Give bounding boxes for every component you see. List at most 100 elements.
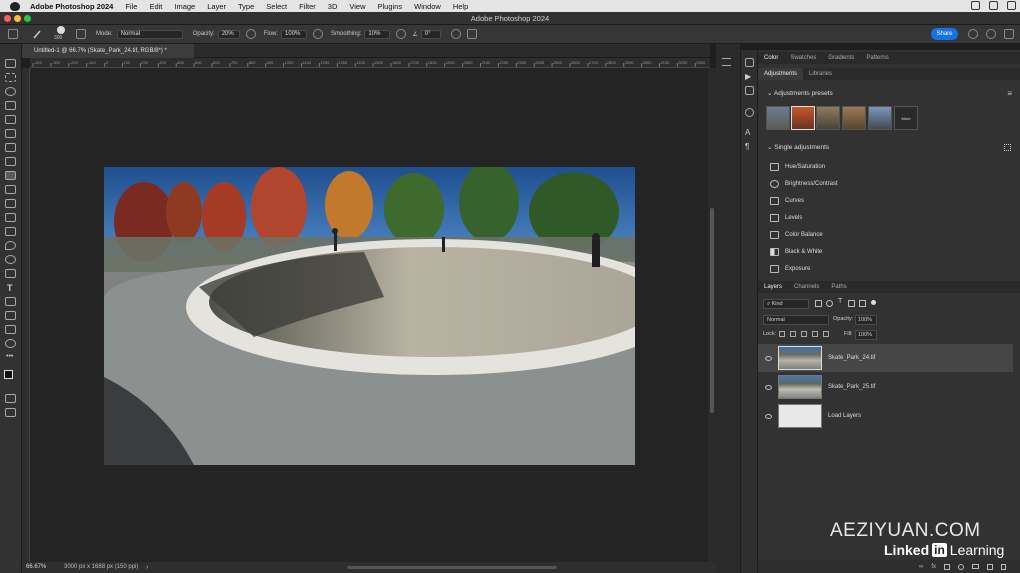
symmetry-icon[interactable] xyxy=(466,29,477,39)
screen-mode-icon[interactable] xyxy=(5,408,16,417)
lasso-tool-icon[interactable] xyxy=(5,87,16,96)
layer-row[interactable]: Skate_Park_25.tif xyxy=(758,373,1013,401)
brush-settings-icon[interactable] xyxy=(76,29,86,39)
rectangle-tool-icon[interactable] xyxy=(5,311,16,320)
lock-all-icon[interactable] xyxy=(823,331,829,337)
horizontal-ruler[interactable]: -400 -300 -200 -100 0 100 200 300 400 500 600 700 80… xyxy=(30,58,710,68)
wifi-icon[interactable] xyxy=(989,1,998,10)
tab-layers[interactable]: Layers xyxy=(758,284,788,290)
menu-window[interactable]: Window xyxy=(414,2,441,11)
preset-thumbnail[interactable] xyxy=(868,106,892,130)
comments-panel-icon[interactable] xyxy=(745,86,754,95)
tab-paths[interactable]: Paths xyxy=(825,284,852,290)
layer-style-icon[interactable]: fx xyxy=(931,564,936,570)
menu-app-name[interactable]: Adobe Photoshop 2024 xyxy=(30,2,113,11)
properties-toggle-icon[interactable] xyxy=(722,58,731,66)
menu-type[interactable]: Type xyxy=(238,2,254,11)
adjustments-presets-header[interactable]: ⌄ Adjustments presets xyxy=(767,89,833,97)
tab-swatches[interactable]: Swatches xyxy=(784,55,822,61)
zoom-tool-icon[interactable] xyxy=(5,339,16,348)
pressure-size-icon[interactable] xyxy=(450,29,461,39)
gradient-tool-icon[interactable] xyxy=(5,227,16,236)
vertical-ruler[interactable] xyxy=(22,68,30,562)
list-view-icon[interactable]: ≡ xyxy=(1007,89,1012,98)
brush-preset-picker[interactable]: 300 xyxy=(54,26,68,42)
smoothing-field[interactable]: 10% xyxy=(364,29,391,39)
character-panel-icon[interactable]: A xyxy=(745,128,754,137)
paragraph-panel-icon[interactable]: ¶ xyxy=(745,142,754,151)
document-tab[interactable]: Untitled-1 @ 66.7% (Skate_Park_24.tif, R… xyxy=(22,44,194,58)
more-tools-icon[interactable]: ••• xyxy=(6,353,17,362)
hand-tool-icon[interactable] xyxy=(5,325,16,334)
preset-thumbnail[interactable] xyxy=(791,106,815,130)
adjustment-exposure[interactable]: Exposure xyxy=(770,263,810,275)
history-brush-tool-icon[interactable] xyxy=(5,199,16,208)
lock-artboard-icon[interactable] xyxy=(812,331,818,337)
airbrush-icon[interactable] xyxy=(313,29,324,39)
visibility-eye-icon[interactable] xyxy=(765,355,772,361)
adjustment-levels[interactable]: Levels xyxy=(770,212,802,224)
object-selection-tool-icon[interactable] xyxy=(5,101,16,110)
healing-brush-tool-icon[interactable] xyxy=(5,157,16,166)
tab-color[interactable]: Color xyxy=(758,55,784,61)
layer-row[interactable]: Load Layers xyxy=(758,402,1013,430)
tab-libraries[interactable]: Libraries xyxy=(803,71,838,77)
foreground-color-swatch[interactable] xyxy=(4,370,13,379)
preset-thumbnail[interactable] xyxy=(816,106,840,130)
type-filter-icon[interactable]: T xyxy=(838,298,842,305)
layer-opacity-field[interactable]: 100% xyxy=(855,315,877,325)
search-icon[interactable] xyxy=(968,29,978,39)
status-chevron-icon[interactable]: › xyxy=(146,562,148,573)
new-adjustment-layer-icon[interactable] xyxy=(958,563,964,570)
clone-stamp-tool-icon[interactable] xyxy=(5,185,16,194)
mode-select[interactable]: Normal xyxy=(116,29,183,39)
flow-field[interactable]: 100% xyxy=(281,29,308,39)
history-panel-icon[interactable] xyxy=(745,58,754,67)
preset-thumbnail[interactable] xyxy=(842,106,866,130)
quick-mask-icon[interactable] xyxy=(5,394,16,403)
angle-icon[interactable]: ∠ xyxy=(412,31,417,38)
move-tool-icon[interactable] xyxy=(5,59,16,68)
menu-view[interactable]: View xyxy=(349,2,365,11)
gear-icon[interactable] xyxy=(396,29,407,39)
adjustment-curves[interactable]: Curves xyxy=(770,195,804,207)
tab-patterns[interactable]: Patterns xyxy=(860,55,894,61)
brush-tool-icon[interactable] xyxy=(32,29,42,39)
opacity-field[interactable]: 20% xyxy=(217,29,240,39)
menu-image[interactable]: Image xyxy=(174,2,195,11)
lock-transparent-icon[interactable] xyxy=(779,331,785,337)
apple-icon[interactable] xyxy=(10,1,20,11)
layer-mask-icon[interactable] xyxy=(944,563,950,570)
home-icon[interactable] xyxy=(8,29,18,39)
pen-tool-icon[interactable] xyxy=(5,269,16,278)
shape-filter-icon[interactable] xyxy=(848,300,855,307)
menu-plugins[interactable]: Plugins xyxy=(378,2,403,11)
skate-park-photo[interactable] xyxy=(104,167,635,465)
eyedropper-tool-icon[interactable] xyxy=(5,143,16,152)
adjustment-filter-icon[interactable] xyxy=(826,300,833,307)
adjustment-color-balance[interactable]: Color Balance xyxy=(770,229,823,241)
menu-help[interactable]: Help xyxy=(453,2,468,11)
status-icon[interactable] xyxy=(971,1,980,10)
marquee-tool-icon[interactable] xyxy=(5,73,16,82)
help-icon[interactable] xyxy=(986,29,996,39)
dodge-tool-icon[interactable] xyxy=(5,255,16,264)
single-adjustments-header[interactable]: ⌄ Single adjustments xyxy=(767,143,829,151)
fill-field[interactable]: 100% xyxy=(855,330,877,340)
adjustment-brightness-contrast[interactable]: Brightness/Contrast xyxy=(770,178,838,190)
tab-adjustments[interactable]: Adjustments xyxy=(758,68,804,80)
more-presets-button[interactable]: More xyxy=(894,106,918,130)
link-layers-icon[interactable]: ∞ xyxy=(919,564,923,570)
preset-thumbnail[interactable] xyxy=(766,106,790,130)
vertical-scrollbar[interactable] xyxy=(708,68,716,562)
grid-view-icon[interactable] xyxy=(1004,144,1011,151)
adjustment-black-white[interactable]: Black & White xyxy=(770,246,822,258)
control-center-icon[interactable] xyxy=(1007,1,1016,10)
zoom-level[interactable]: 66.67% xyxy=(26,562,46,573)
close-window-button[interactable] xyxy=(4,15,11,22)
lock-position-icon[interactable] xyxy=(801,331,807,337)
blend-mode-select[interactable]: Normal xyxy=(763,315,829,325)
share-button[interactable]: Share xyxy=(931,28,958,40)
adjustment-hue-saturation[interactable]: Hue/Saturation xyxy=(770,161,825,173)
path-selection-tool-icon[interactable] xyxy=(5,297,16,306)
